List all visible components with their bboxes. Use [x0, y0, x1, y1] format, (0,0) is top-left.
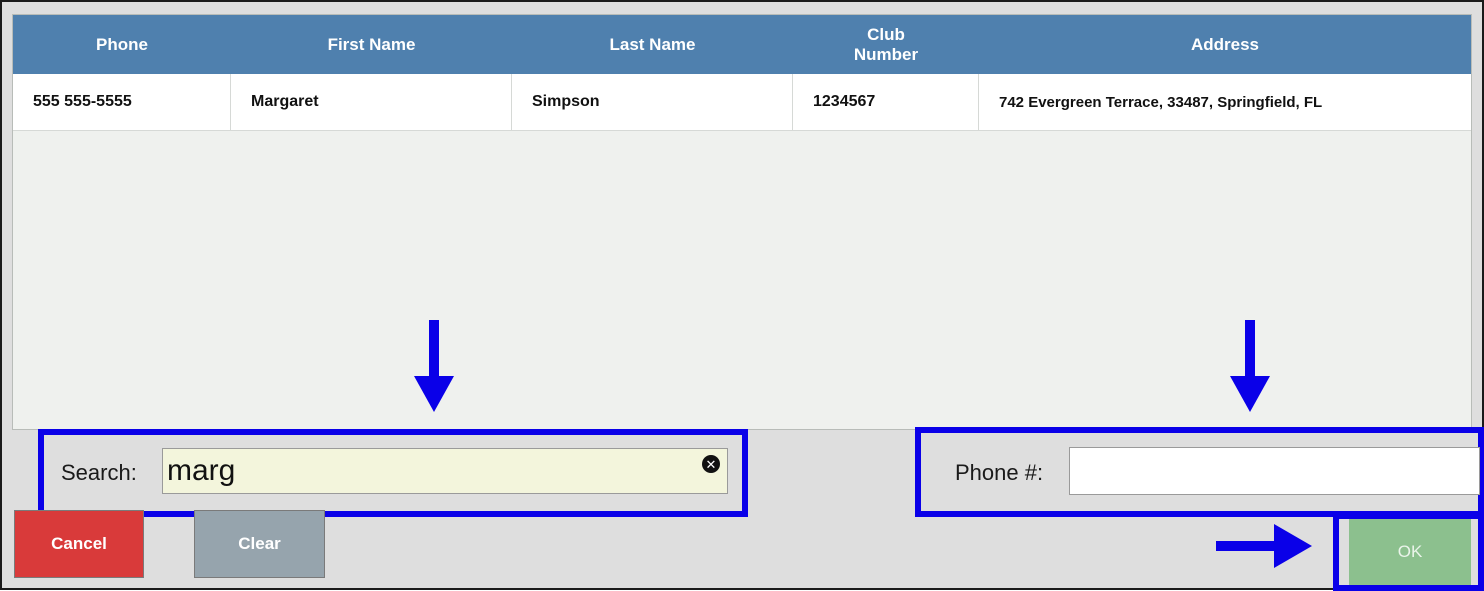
- search-input[interactable]: [162, 448, 728, 494]
- down-arrow-icon: [1230, 320, 1270, 412]
- column-header-phone[interactable]: Phone: [13, 15, 231, 74]
- cell-phone: 555 555-5555: [13, 74, 231, 130]
- cell-address: 742 Evergreen Terrace, 33487, Springfiel…: [999, 93, 1323, 111]
- search-highlight-box: Search: ✕: [38, 429, 748, 517]
- circle-x-icon[interactable]: ✕: [702, 455, 720, 473]
- cell-first-name: Margaret: [231, 74, 512, 130]
- clear-button[interactable]: Clear: [194, 510, 325, 578]
- column-header-address[interactable]: Address: [979, 15, 1471, 74]
- phone-highlight-box: Phone #:: [915, 427, 1484, 517]
- ok-button[interactable]: OK: [1349, 519, 1471, 585]
- table-header: Phone First Name Last Name Club Number A…: [13, 15, 1471, 74]
- table-row[interactable]: 555 555-5555 Margaret Simpson 1234567 74…: [13, 74, 1471, 131]
- down-arrow-icon: [414, 320, 454, 412]
- phone-input[interactable]: [1069, 447, 1480, 495]
- column-header-first-name[interactable]: First Name: [231, 15, 512, 74]
- ok-highlight-box: OK: [1333, 513, 1484, 591]
- phone-label: Phone #:: [955, 460, 1044, 485]
- search-label: Search:: [61, 460, 137, 485]
- right-arrow-icon: [1216, 524, 1312, 568]
- column-header-last-name[interactable]: Last Name: [512, 15, 793, 74]
- column-header-club-number[interactable]: Club Number: [793, 15, 979, 74]
- cancel-button[interactable]: Cancel: [14, 510, 144, 578]
- cell-last-name: Simpson: [512, 74, 793, 130]
- customer-search-dialog: Phone First Name Last Name Club Number A…: [0, 0, 1484, 591]
- cell-club-number: 1234567: [793, 74, 979, 130]
